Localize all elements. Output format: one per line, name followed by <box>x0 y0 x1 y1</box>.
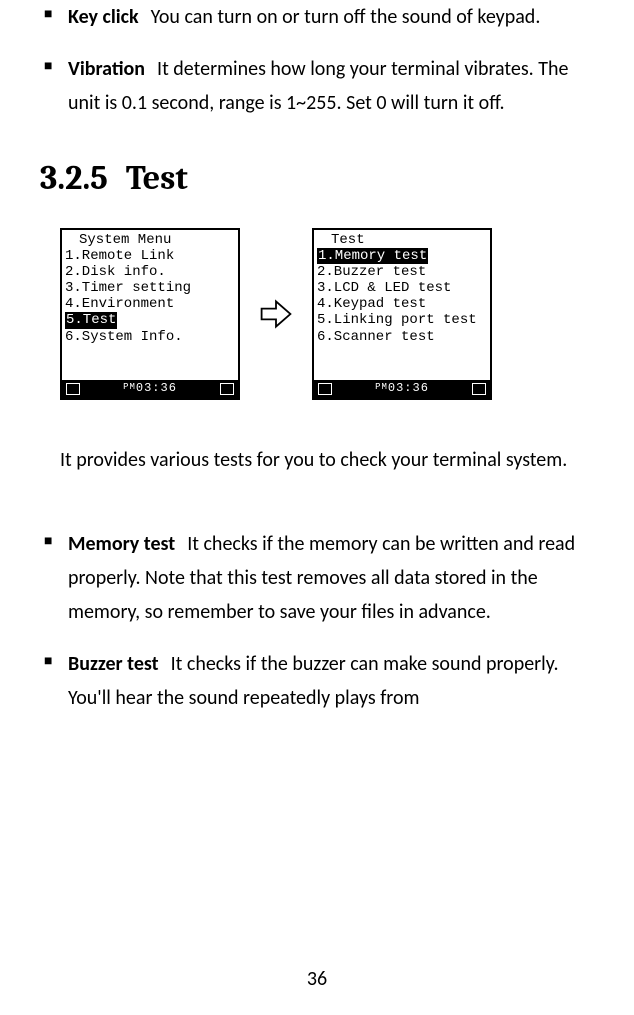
menu-item: 2.Disk info. <box>65 264 235 280</box>
bottom-bullet-list: Memory testIt checks if the memory can b… <box>40 527 594 715</box>
bullet-item: Buzzer testIt checks if the buzzer can m… <box>68 647 594 715</box>
menu-item: 4.Environment <box>65 296 235 312</box>
menu-item: 1.Memory test <box>317 248 487 264</box>
bullet-item: Key click You can turn on or turn off the… <box>68 0 594 34</box>
bullet-term: Memory test <box>68 532 175 556</box>
bullet-item: Memory testIt checks if the memory can b… <box>68 527 594 629</box>
screen-system-menu: System Menu 1.Remote Link2.Disk info.3.T… <box>60 228 240 400</box>
status-time-right: PM03:36 <box>332 382 472 396</box>
menu-item: 4.Keypad test <box>317 296 487 312</box>
bullet-body: You can turn on or turn off the sound of… <box>151 5 541 29</box>
arrow-right-icon <box>258 296 294 332</box>
statusbar-left: PM03:36 <box>62 380 238 398</box>
bullet-term: Vibration <box>68 57 145 81</box>
menu-item: 2.Buzzer test <box>317 264 487 280</box>
bullet-term: Key click <box>68 5 139 29</box>
section-heading: 3.2.5 Test <box>40 158 594 198</box>
top-bullet-list: Key click You can turn on or turn off the… <box>40 0 594 120</box>
menu-item: 6.System Info. <box>65 329 235 345</box>
screen-left-title: System Menu <box>65 232 235 248</box>
status-time-left: PM03:36 <box>80 382 220 396</box>
test-description: It provides various tests for you to che… <box>40 440 594 481</box>
menu-item: 3.Timer setting <box>65 280 235 296</box>
menu-item: 1.Remote Link <box>65 248 235 264</box>
menu-item: 5.Linking port test <box>317 312 487 328</box>
menu-item: 6.Scanner test <box>317 329 487 345</box>
screen-right-title: Test <box>317 232 487 248</box>
signal-icon <box>66 383 80 395</box>
signal-icon <box>318 383 332 395</box>
battery-icon <box>220 383 234 395</box>
page-number: 36 <box>0 967 634 991</box>
battery-icon <box>472 383 486 395</box>
bullet-term: Buzzer test <box>68 652 159 676</box>
screen-test-menu: Test 1.Memory test2.Buzzer test3.LCD & L… <box>312 228 492 400</box>
menu-item: 5.Test <box>65 312 235 328</box>
statusbar-right: PM03:36 <box>314 380 490 398</box>
screens-row: System Menu 1.Remote Link2.Disk info.3.T… <box>40 228 594 400</box>
heading-number: 3.2.5 <box>40 158 108 198</box>
heading-title: Test <box>126 158 188 198</box>
menu-item: 3.LCD & LED test <box>317 280 487 296</box>
bullet-item: VibrationIt determines how long your ter… <box>68 52 594 120</box>
